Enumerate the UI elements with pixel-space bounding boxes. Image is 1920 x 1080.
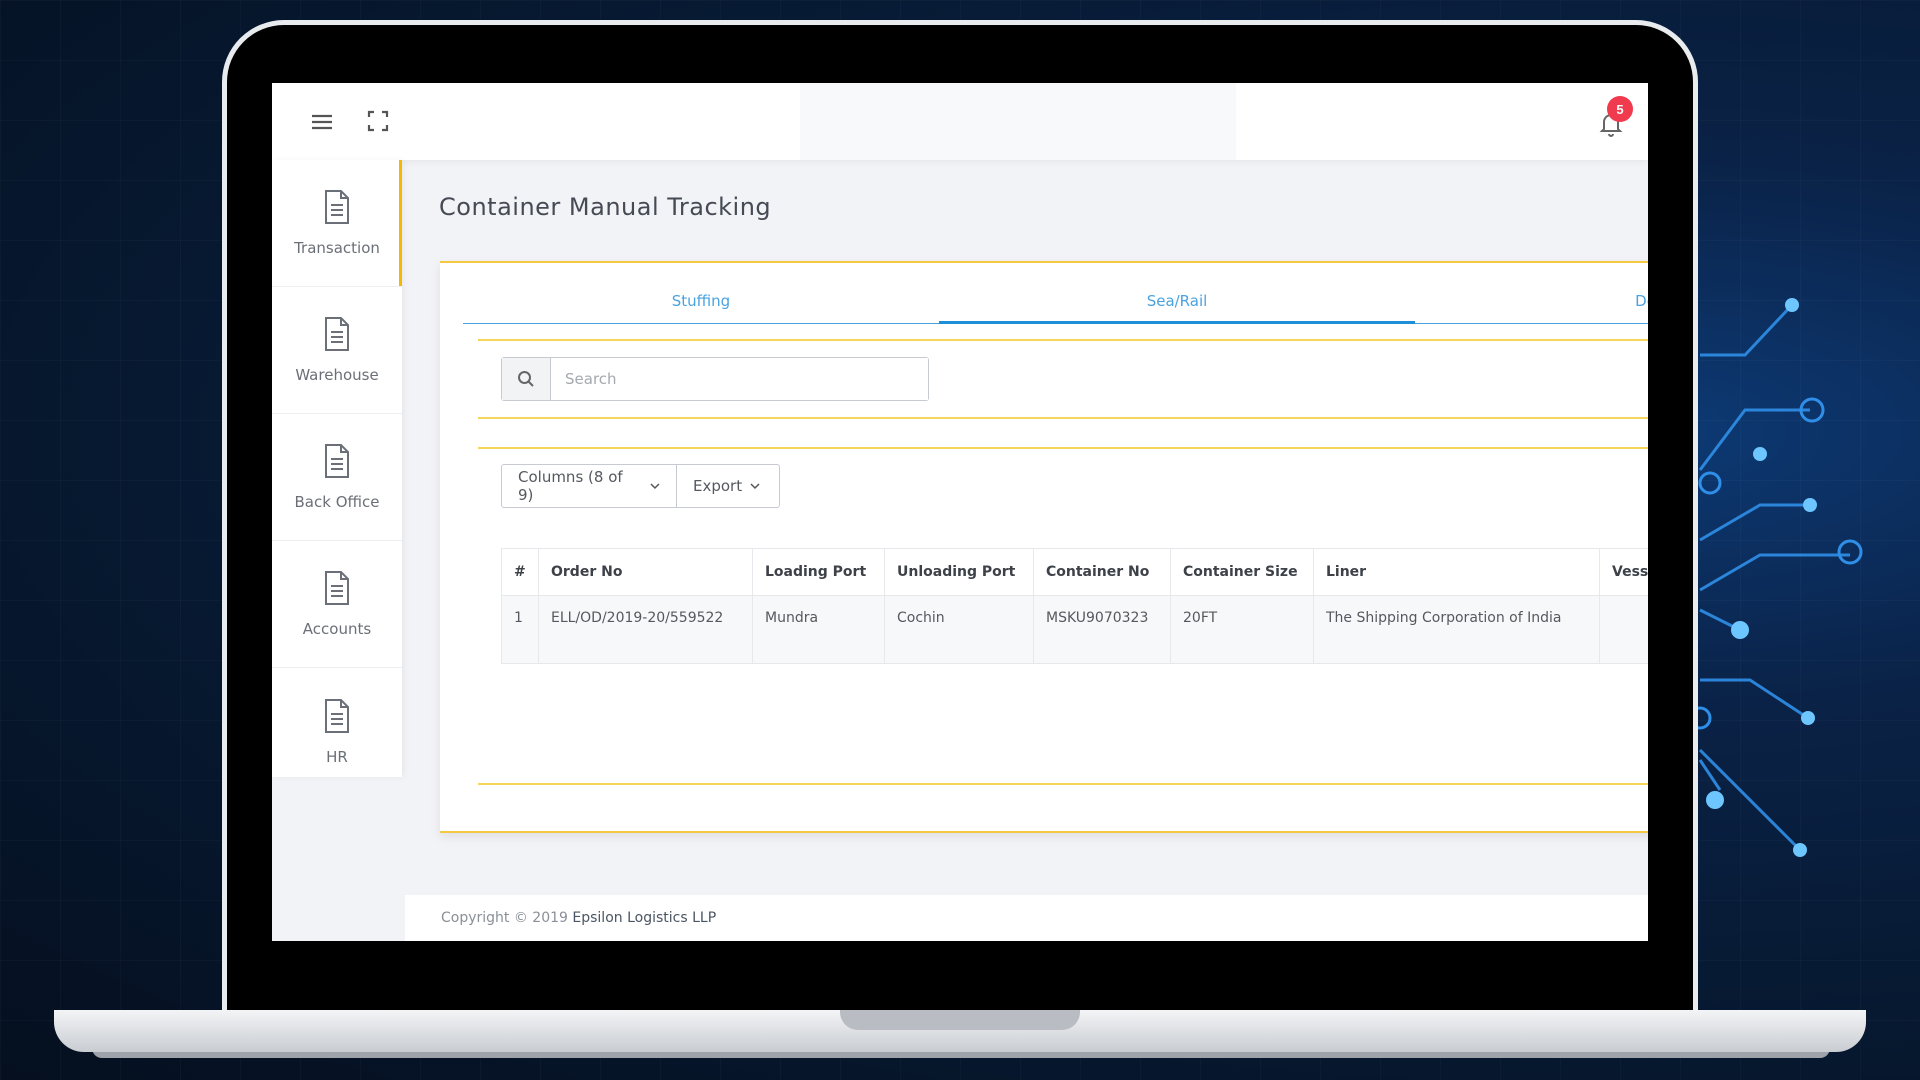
top-bar: 5 [272,83,1648,160]
sidebar-item-warehouse[interactable]: Warehouse [272,287,402,414]
document-icon [325,571,349,605]
topbar-center-area [800,83,1236,160]
sidebar-item-back-office[interactable]: Back Office [272,414,402,541]
table-toolbar: Columns (8 of 9) Export [501,464,780,508]
table-cell: The Shipping Corporation of India [1313,595,1600,664]
column-header[interactable]: Unloading Port [884,548,1034,596]
table-cell: ELL/OD/2019-20/559522 [538,595,753,664]
search-input[interactable] [551,358,928,400]
sidebar-item-hr[interactable]: HR [272,668,402,795]
columns-dropdown-button[interactable]: Columns (8 of 9) [501,464,677,508]
document-icon [325,317,349,351]
page-title: Container Manual Tracking [439,193,772,221]
tracking-table: # Order No Loading Port Unloading Port C… [501,548,1648,664]
divider [478,783,1648,785]
export-dropdown-button[interactable]: Export [677,464,780,508]
chevron-down-icon [650,483,660,490]
table-row[interactable]: 1 ELL/OD/2019-20/559522 Mundra Cochin MS… [501,595,1648,664]
column-header[interactable]: Loading Port [752,548,885,596]
export-label: Export [693,477,743,495]
copyright-text: Copyright © 2019 [441,910,568,926]
app-screen: 5 Transaction Warehouse Back Office Acco… [272,83,1648,941]
notification-count-badge: 5 [1607,96,1633,122]
column-header[interactable]: Container No [1033,548,1171,596]
divider [478,447,1648,449]
tab-sea-rail[interactable]: Sea/Rail [939,283,1415,324]
document-icon [325,190,349,224]
divider [478,339,1648,341]
column-header[interactable]: # [501,548,539,596]
sidebar-item-accounts[interactable]: Accounts [272,541,402,668]
chevron-down-icon [750,483,760,490]
company-link[interactable]: Epsilon Logistics LLP [572,910,716,926]
tab-bar: Stuffing Sea/Rail De-S [463,283,1648,324]
tab-de-stuffing[interactable]: De-S [1415,283,1648,321]
sidebar-item-label: Accounts [302,620,372,638]
table-cell: Cochin [884,595,1034,664]
tab-stuffing[interactable]: Stuffing [463,283,939,321]
footer: Copyright © 2019 Epsilon Logistics LLP [405,895,1648,941]
divider [478,417,1648,419]
sidebar-item-transaction[interactable]: Transaction [272,160,402,287]
table-cell [1599,595,1648,664]
column-header[interactable]: Vess [1599,548,1648,596]
table-cell: MSKU9070323 [1033,595,1171,664]
table-header-row: # Order No Loading Port Unloading Port C… [501,548,1648,596]
document-icon [325,444,349,478]
table-cell: Mundra [752,595,885,664]
column-header[interactable]: Order No [538,548,753,596]
tracking-card: Stuffing Sea/Rail De-S Columns (8 of 9) … [440,261,1648,833]
columns-label: Columns (8 of 9) [518,468,623,504]
search-box [501,357,929,401]
table-cell: 1 [501,595,539,664]
document-icon [325,698,349,733]
column-header[interactable]: Container Size [1170,548,1314,596]
sidebar-item-label: Back Office [294,493,380,511]
table-cell: 20FT [1170,595,1314,664]
sidebar-item-label: Warehouse [295,366,379,384]
sidebar-item-label: Transaction [294,239,380,257]
sidebar-item-label: HR [326,747,348,766]
sidebar: Transaction Warehouse Back Office Accoun… [272,160,402,777]
laptop-notch [840,1010,1080,1030]
search-icon[interactable] [502,358,551,400]
fullscreen-icon[interactable] [362,105,394,137]
column-header[interactable]: Liner [1313,548,1600,596]
hamburger-menu-icon[interactable] [306,106,338,138]
